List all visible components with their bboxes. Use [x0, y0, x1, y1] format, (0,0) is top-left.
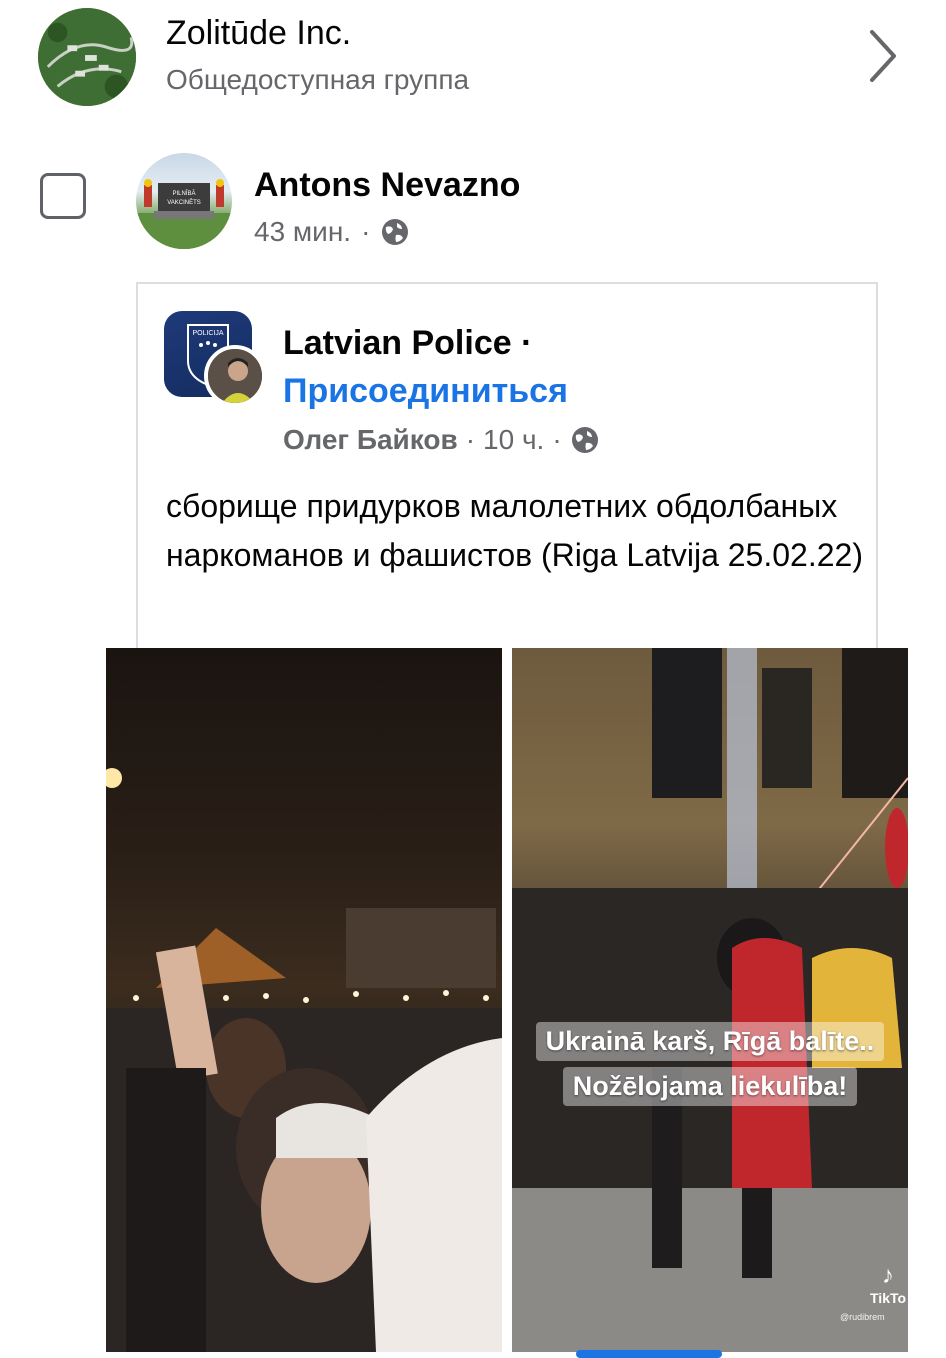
group-type-label: Общедоступная группа: [166, 64, 470, 95]
crowd-night-scene: [106, 768, 502, 1352]
post-time[interactable]: 10 ч.: [483, 424, 544, 456]
author-meta: 43 мин. ·: [254, 216, 410, 248]
chevron-right-icon[interactable]: [862, 28, 902, 84]
avatar-sign-text-2: VAKCINĒTS: [167, 199, 201, 206]
meta-separator: ·: [361, 216, 371, 247]
globe-icon: [382, 219, 409, 245]
page-name-text[interactable]: Latvian Police: [283, 324, 512, 362]
author-avatar[interactable]: PILNĪBĀ VAKCINĒTS: [136, 153, 232, 249]
concert-stage-scene: [512, 648, 908, 1352]
post-text: сборище придурков малолетних обдолбаных …: [166, 488, 863, 573]
meta-separator: ·: [465, 424, 476, 455]
group-avatar-image: [38, 8, 136, 106]
police-avatar-label: POLICIJA: [192, 330, 223, 337]
poster-avatar[interactable]: [204, 345, 266, 407]
author-name[interactable]: Antons Nevazno: [254, 166, 520, 205]
tiktok-watermark-text: TikTo: [870, 1290, 907, 1306]
page-name[interactable]: Latvian Police ·: [283, 324, 532, 363]
video-frame-left[interactable]: [106, 648, 502, 1352]
video-frame-right[interactable]: [512, 648, 908, 1352]
group-avatar[interactable]: [38, 8, 136, 106]
avatar-sign-text-1: PILNĪBĀ: [172, 190, 195, 197]
share-time[interactable]: 43 мин.: [254, 216, 351, 248]
group-name[interactable]: Zolitūde Inc.: [166, 14, 351, 53]
tiktok-handle: @rudibrem: [840, 1312, 885, 1322]
join-group-link[interactable]: Присоединиться: [283, 372, 568, 411]
video-caption: Ukrainā karš, Rīgā balīte.. Nožēlojama l…: [514, 1022, 906, 1112]
page-name-dot: ·: [521, 324, 533, 362]
tiktok-watermark: ♪ TikTo @rudibrem: [840, 1262, 907, 1322]
media-scroll-indicator: [576, 1350, 722, 1358]
poster-name[interactable]: Олег Байков: [283, 424, 458, 456]
globe-icon: [571, 427, 598, 453]
caption-line-1: Ukrainā karš, Rīgā balīte..: [535, 1022, 885, 1061]
meta-separator: ·: [552, 424, 562, 455]
tiktok-logo-icon: ♪: [882, 1262, 894, 1289]
select-checkbox[interactable]: [40, 173, 86, 219]
poster-avatar-image: [208, 349, 262, 403]
caption-line-2: Nožēlojama liekulība!: [562, 1067, 858, 1106]
author-avatar-image: PILNĪBĀ VAKCINĒTS: [136, 179, 232, 249]
post-meta: Олег Байков · 10 ч. ·: [283, 424, 600, 456]
